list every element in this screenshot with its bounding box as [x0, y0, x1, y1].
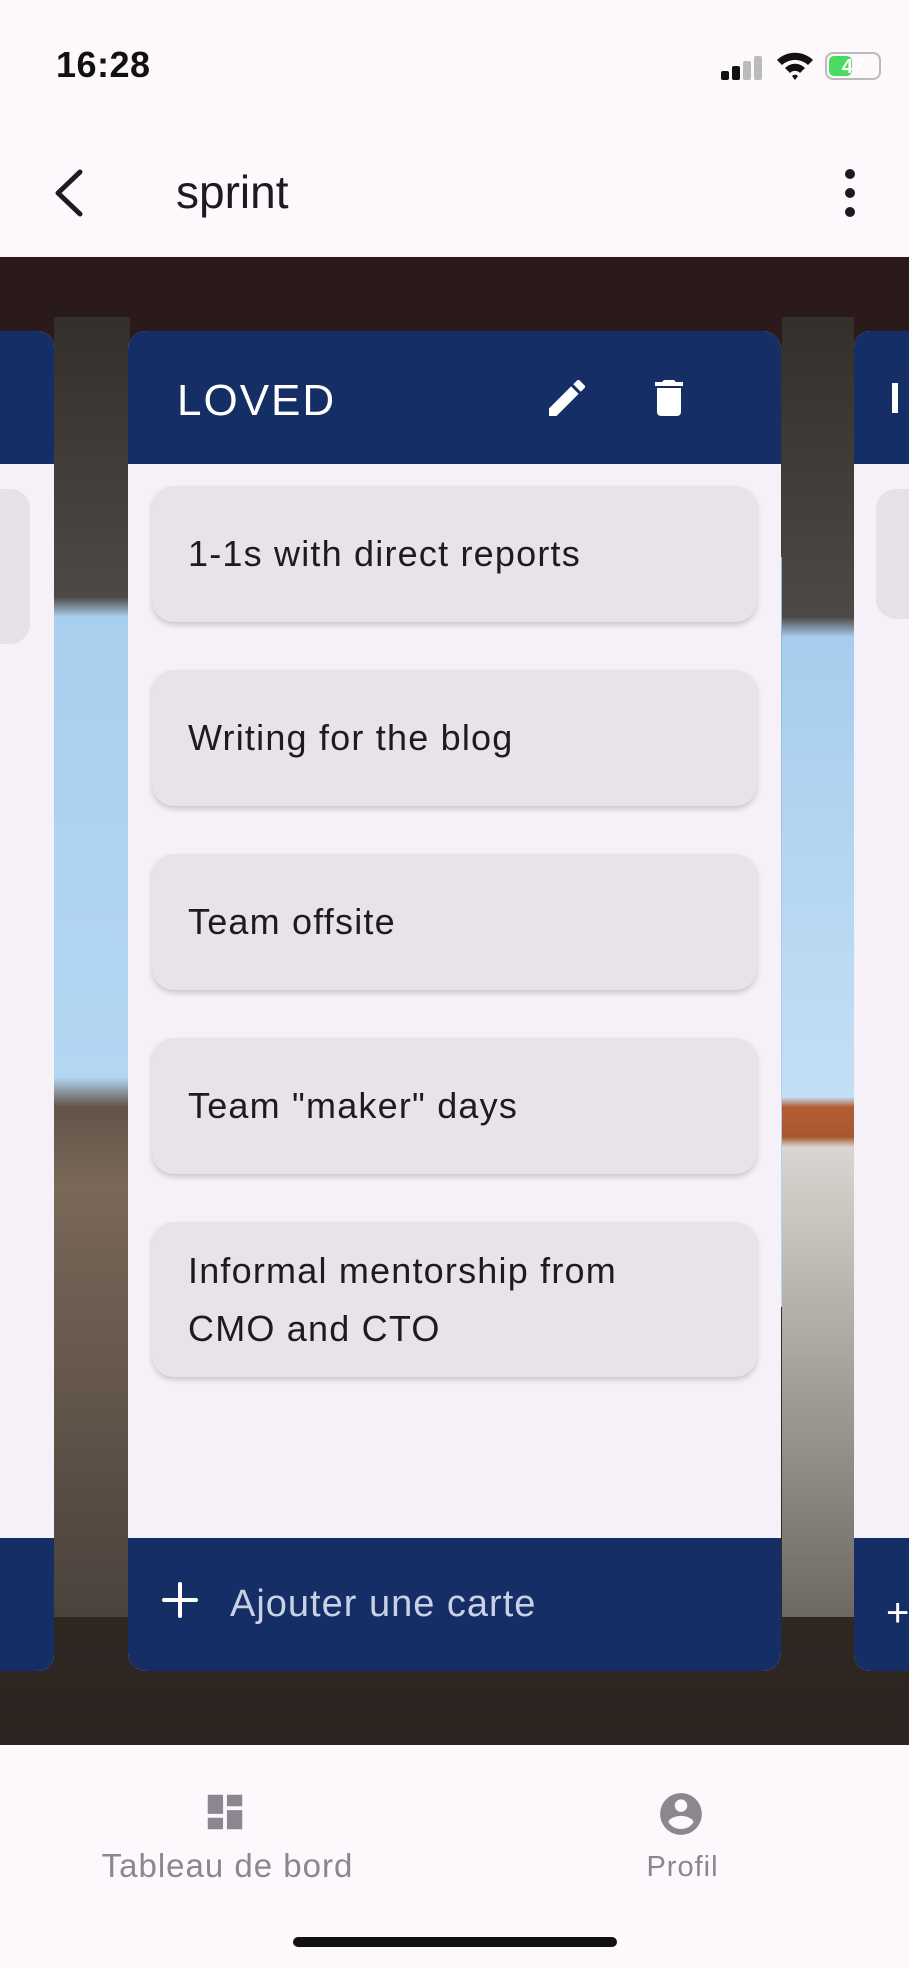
account-circle-icon: [660, 1793, 702, 1835]
plus-icon: [162, 1582, 198, 1618]
back-button[interactable]: [44, 160, 104, 226]
trash-icon: [655, 380, 683, 416]
card-text: Writing for the blog: [188, 717, 514, 758]
list-title: LOVED: [177, 376, 337, 425]
more-vert-icon: [845, 169, 855, 217]
nav-label: Profil: [646, 1851, 719, 1883]
list-column: LOVED 1-1s with direct reports Writing f…: [128, 331, 781, 1671]
list-card[interactable]: Team "maker" days: [152, 1038, 757, 1174]
status-bar: 16:28 47: [0, 0, 909, 130]
cellular-signal-icon: [721, 56, 765, 80]
app-bar: sprint: [0, 130, 909, 257]
pencil-icon: [549, 379, 586, 416]
chevron-left-icon: [55, 169, 83, 217]
dashboard-icon: [207, 1794, 243, 1830]
board-background: + LOVED 1-1s with direct reports Writing…: [0, 257, 909, 1745]
home-indicator[interactable]: [293, 1937, 617, 1947]
previous-list-card[interactable]: [0, 331, 54, 1671]
board-title: sprint: [176, 166, 289, 218]
wifi-icon: [775, 48, 815, 82]
card-text: Informal mentorship from CMO and CTO: [188, 1249, 617, 1349]
card-list: 1-1s with direct reports Writing for the…: [152, 486, 757, 1425]
background-photo-right: [782, 317, 854, 1617]
delete-list-button[interactable]: [632, 361, 706, 435]
nav-item-dashboard[interactable]: Tableau de bord: [90, 1767, 365, 1884]
nav-item-profile[interactable]: Profil: [620, 1767, 745, 1883]
next-list-card[interactable]: +: [854, 331, 909, 1671]
card-text: 1-1s with direct reports: [188, 533, 581, 574]
more-options-button[interactable]: [830, 162, 870, 226]
battery-icon: 47: [825, 52, 881, 80]
list-header: LOVED: [128, 331, 781, 464]
plus-icon: +: [886, 1591, 909, 1635]
battery-percent: 47: [841, 56, 865, 78]
add-card-label: Ajouter une carte: [230, 1583, 537, 1625]
edit-list-button[interactable]: [530, 361, 604, 435]
add-card-button[interactable]: Ajouter une carte: [128, 1538, 781, 1671]
nav-label: Tableau de bord: [101, 1847, 354, 1884]
list-card[interactable]: 1-1s with direct reports: [152, 486, 757, 622]
card-text: Team offsite: [188, 901, 396, 942]
list-card[interactable]: Informal mentorship from CMO and CTO: [152, 1222, 757, 1377]
list-card[interactable]: Writing for the blog: [152, 670, 757, 806]
status-time: 16:28: [56, 44, 151, 85]
card-text: Team "maker" days: [188, 1085, 519, 1126]
background-photo-left: [54, 317, 130, 1617]
list-card[interactable]: Team offsite: [152, 854, 757, 990]
bottom-navigation: Tableau de bord Profil: [0, 1745, 909, 1968]
